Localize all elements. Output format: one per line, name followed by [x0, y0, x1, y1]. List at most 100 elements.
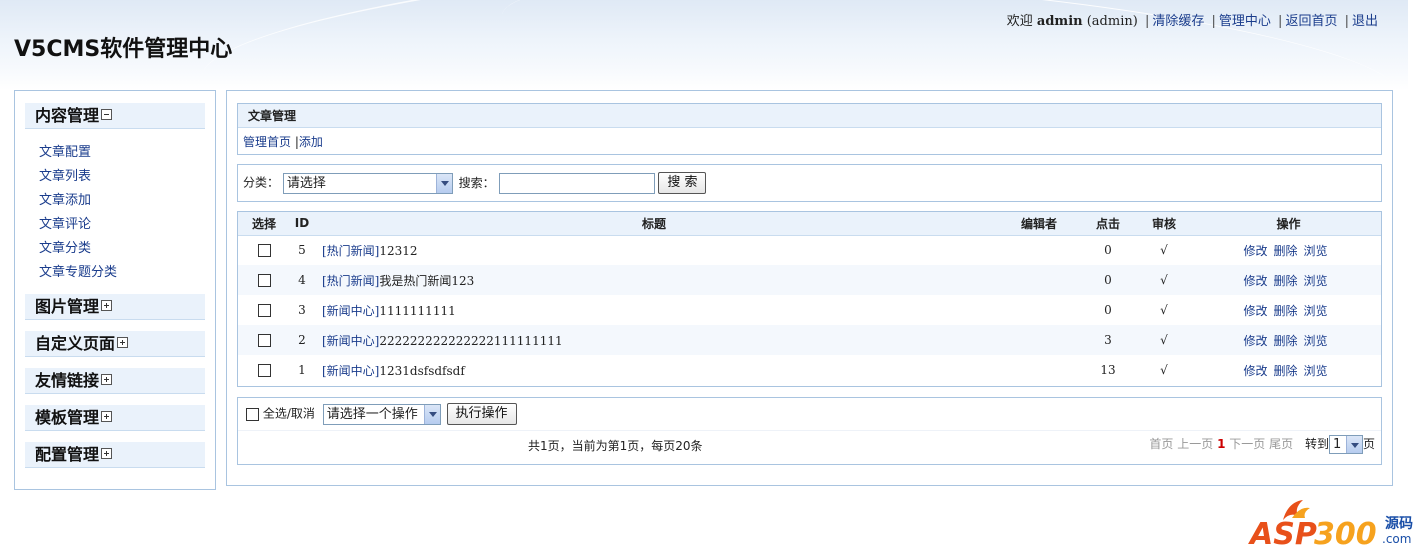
edit-link[interactable]: 修改	[1243, 304, 1267, 318]
row-select-cell	[238, 295, 290, 325]
row-title-link[interactable]: 222222222222222111111111	[379, 334, 562, 348]
row-id: 4	[290, 265, 314, 295]
view-link[interactable]: 浏览	[1304, 364, 1328, 378]
row-title-link[interactable]: 12312	[379, 244, 417, 258]
sidebar-item-article-list[interactable]: 文章列表	[39, 165, 117, 189]
table-header-row: 选择 ID 标题 编辑者 点击 审核 操作	[238, 212, 1381, 236]
execute-button[interactable]: 执行操作	[446, 403, 517, 425]
row-checkbox[interactable]	[257, 274, 271, 287]
row-title-link[interactable]: 我是热门新闻123	[379, 274, 474, 288]
goto-label: 转到	[1304, 437, 1329, 451]
row-category-link[interactable]: [新闻中心]	[322, 334, 379, 348]
edit-link[interactable]: 修改	[1243, 244, 1267, 258]
row-id: 5	[298, 243, 306, 258]
table-row: 3 [新闻中心]1111111111 0 √ 修改 删除 浏览	[238, 295, 1381, 325]
menu-label: 友情链接	[35, 371, 100, 390]
sidebar-item-article-add[interactable]: 文章添加	[39, 189, 117, 213]
view-link[interactable]: 浏览	[1304, 244, 1328, 258]
expand-icon[interactable]	[101, 300, 113, 311]
goto-page-select[interactable]: 1	[1328, 435, 1363, 454]
search-input[interactable]	[498, 172, 655, 194]
return-home-link[interactable]: 返回首页	[1285, 14, 1337, 29]
sidebar-item-article-config[interactable]: 文章配置	[39, 141, 117, 165]
row-checkbox[interactable]	[257, 364, 271, 377]
select-all-checkbox[interactable]	[246, 407, 259, 421]
article-table: 选择 ID 标题 编辑者 点击 审核 操作 5 [热门新闻]12312 0 √ 修改 删除…	[238, 212, 1381, 385]
page-suffix: 页	[1362, 437, 1375, 451]
row-category-link[interactable]: [热门新闻]	[322, 244, 379, 258]
menu-friend-links[interactable]: 友情链接	[25, 368, 205, 394]
row-actions: 修改 删除 浏览	[1196, 325, 1381, 355]
menu-image-management[interactable]: 图片管理	[25, 294, 205, 320]
sidebar-item-article-categories[interactable]: 文章分类	[39, 237, 117, 261]
svg-text:源码: 源码	[1385, 515, 1413, 532]
row-title-cell: [新闻中心]222222222222222111111111	[314, 325, 994, 355]
edit-link[interactable]: 修改	[1243, 364, 1267, 378]
last-page-link[interactable]: 尾页	[1269, 437, 1293, 451]
collapse-icon[interactable]	[101, 109, 113, 120]
first-page-link[interactable]: 首页	[1149, 437, 1173, 451]
row-checkbox[interactable]	[257, 304, 271, 317]
edit-link[interactable]: 修改	[1243, 334, 1267, 348]
view-link[interactable]: 浏览	[1304, 334, 1328, 348]
menu-content-management[interactable]: 内容管理	[25, 103, 205, 129]
table-row: 1 [新闻中心]1231dsfsdfsdf 13 √ 修改 删除 浏览	[238, 355, 1381, 385]
row-title-link[interactable]: 1111111111	[379, 304, 455, 318]
view-link[interactable]: 浏览	[1304, 274, 1328, 288]
menu-config-management[interactable]: 配置管理	[25, 442, 205, 468]
delete-link[interactable]: 删除	[1273, 244, 1297, 258]
expand-icon[interactable]	[101, 411, 113, 422]
menu-label: 模板管理	[35, 408, 100, 427]
admin-center-link[interactable]: 管理中心	[1219, 14, 1271, 29]
delete-link[interactable]: 删除	[1273, 304, 1297, 318]
bulk-action-panel: 全选/取消 请选择一个操作 执行操作 共1页，当前为第1页，每页20条 首页 上…	[237, 397, 1382, 465]
menu-custom-pages[interactable]: 自定义页面	[25, 331, 205, 357]
row-category-link[interactable]: [热门新闻]	[322, 274, 379, 288]
top-navigation: 欢迎 admin (admin) | 清除缓存 | 管理中心 | 返回首页 | 退出	[1006, 14, 1378, 29]
row-editor	[994, 235, 1084, 265]
sidebar-item-article-comments[interactable]: 文章评论	[39, 213, 117, 237]
manage-home-link[interactable]: 管理首页	[243, 135, 291, 149]
menu-template-management[interactable]: 模板管理	[25, 405, 205, 431]
bulk-action-select[interactable]: 请选择一个操作	[322, 403, 441, 425]
asp300-watermark-logo: ASP 300 源码 .com	[1248, 500, 1413, 548]
prev-page-link[interactable]: 上一页	[1177, 437, 1213, 451]
expand-icon[interactable]	[101, 448, 113, 459]
row-actions: 修改 删除 浏览	[1196, 295, 1381, 325]
row-clicks: 13	[1100, 363, 1116, 377]
header-clicks: 点击	[1084, 212, 1132, 236]
next-page-link[interactable]: 下一页	[1229, 437, 1265, 451]
expand-icon[interactable]	[101, 374, 113, 385]
row-editor	[994, 325, 1084, 355]
category-label: 分类：	[243, 175, 280, 190]
edit-link[interactable]: 修改	[1243, 274, 1267, 288]
search-panel: 分类： 请选择 搜索： 搜 索	[237, 164, 1382, 202]
search-button[interactable]: 搜 索	[658, 172, 707, 194]
logout-link[interactable]: 退出	[1352, 14, 1378, 29]
row-checkbox[interactable]	[257, 334, 271, 347]
row-category-link[interactable]: [新闻中心]	[322, 304, 379, 318]
row-checkbox[interactable]	[257, 244, 271, 258]
menu-label: 自定义页面	[35, 334, 116, 353]
row-category-link[interactable]: [新闻中心]	[322, 364, 379, 378]
panel-links: 管理首页 |添加	[243, 135, 323, 149]
clear-cache-link[interactable]: 清除缓存	[1152, 14, 1204, 29]
row-title-link[interactable]: 1231dsfsdfsdf	[379, 364, 464, 378]
header-banner: V5CMS软件管理中心 欢迎 admin (admin) | 清除缓存 | 管理中心…	[0, 0, 1408, 90]
current-page: 1	[1217, 437, 1226, 451]
pager-info: 共1页，当前为第1页，每页20条	[528, 439, 703, 453]
header-review: 审核	[1132, 212, 1196, 236]
menu-label: 图片管理	[35, 297, 100, 316]
row-actions: 修改 删除 浏览	[1196, 355, 1381, 385]
category-select[interactable]: 请选择	[282, 172, 453, 194]
delete-link[interactable]: 删除	[1273, 334, 1297, 348]
delete-link[interactable]: 删除	[1273, 274, 1297, 288]
row-title-cell: [热门新闻]我是热门新闻123	[314, 265, 994, 295]
expand-icon[interactable]	[117, 337, 129, 348]
sidebar-item-article-topics[interactable]: 文章专题分类	[39, 261, 117, 285]
view-link[interactable]: 浏览	[1304, 304, 1328, 318]
add-article-link[interactable]: 添加	[299, 135, 323, 149]
delete-link[interactable]: 删除	[1273, 364, 1297, 378]
select-all-label: 全选/取消	[262, 406, 315, 421]
row-clicks: 0	[1104, 303, 1112, 317]
